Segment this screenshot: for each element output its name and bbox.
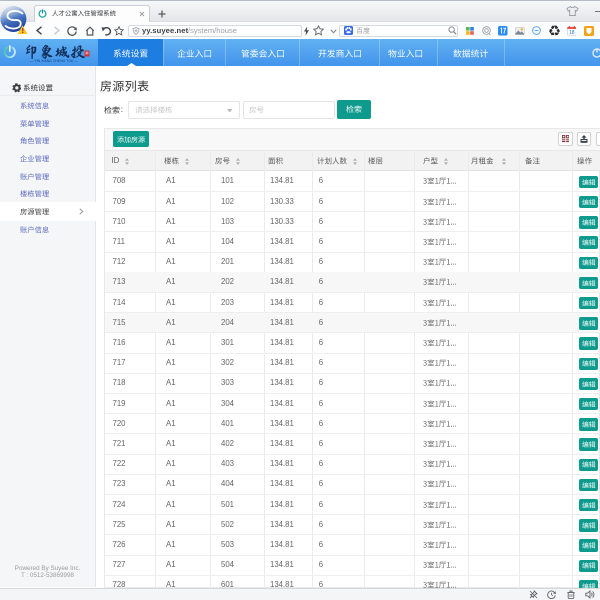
svg-text:18: 18	[568, 30, 574, 36]
